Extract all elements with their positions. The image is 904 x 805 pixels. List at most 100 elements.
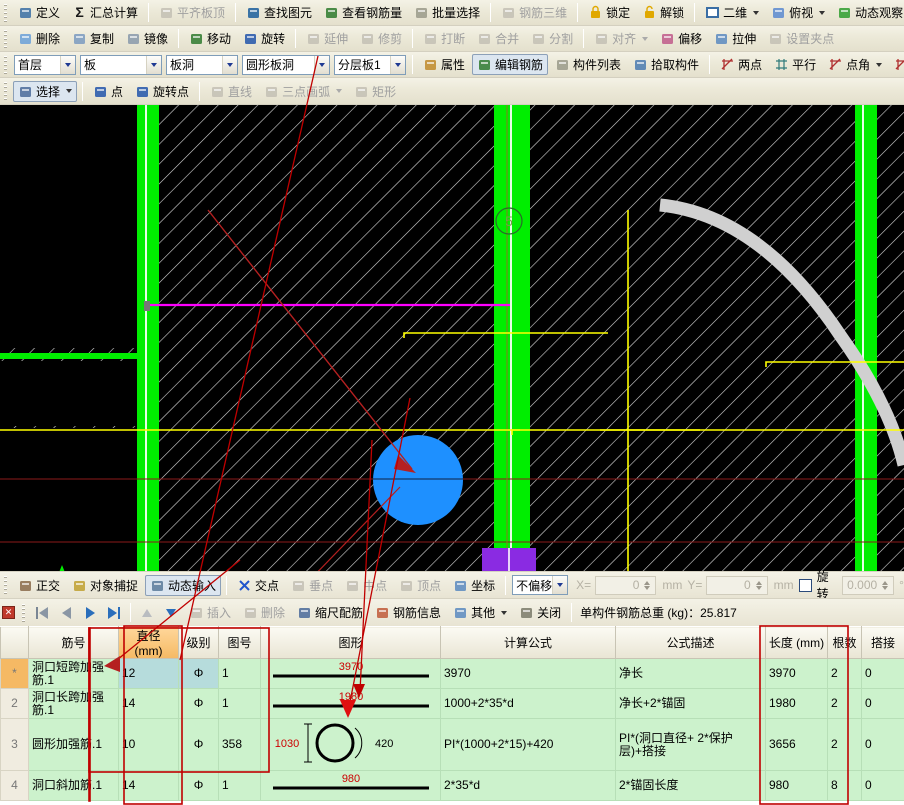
cell-count[interactable]: 2 bbox=[828, 659, 862, 689]
table-header-shape[interactable]: 图形 bbox=[261, 627, 441, 659]
last-record-button[interactable] bbox=[103, 603, 125, 623]
move-up-button[interactable] bbox=[136, 603, 158, 623]
cell-count[interactable]: 8 bbox=[828, 771, 862, 801]
move-down-button[interactable] bbox=[160, 603, 182, 623]
statusbar-grip[interactable] bbox=[3, 576, 10, 594]
cell-length[interactable]: 980 bbox=[766, 771, 828, 801]
cell-lap[interactable]: 0 bbox=[862, 771, 904, 801]
rotate-button[interactable]: 旋转 bbox=[238, 28, 290, 49]
next-record-button[interactable] bbox=[79, 603, 101, 623]
scale-rebar-button[interactable]: 缩尺配筋 bbox=[292, 602, 368, 623]
layer-select[interactable]: 分层板1 bbox=[334, 55, 406, 75]
close-icon[interactable]: ✕ bbox=[2, 606, 15, 619]
cell-diameter[interactable]: 12 bbox=[119, 659, 179, 689]
cell-desc[interactable]: 净长 bbox=[616, 659, 766, 689]
cad-canvas[interactable]: 5 A 5 bbox=[0, 105, 904, 571]
component-type-select[interactable]: 板 bbox=[80, 55, 162, 75]
y-offset-input[interactable]: 0 bbox=[706, 576, 767, 595]
cell-diameter[interactable]: 14 bbox=[119, 689, 179, 719]
cell-grade[interactable]: Φ bbox=[179, 659, 219, 689]
table-header-diameter[interactable]: 直径 (mm) bbox=[119, 627, 179, 659]
close-panel-button[interactable]: 关闭 bbox=[514, 602, 566, 623]
cell-shapeno[interactable]: 1 bbox=[219, 771, 261, 801]
cell-lap[interactable]: 0 bbox=[862, 719, 904, 771]
cell-lap[interactable]: 0 bbox=[862, 689, 904, 719]
x-spinner[interactable] bbox=[641, 576, 653, 594]
cell-length[interactable]: 3656 bbox=[766, 719, 828, 771]
prev-record-button[interactable] bbox=[55, 603, 77, 623]
chevron-down-icon[interactable] bbox=[66, 89, 72, 93]
table-header-count[interactable]: 根数 bbox=[828, 627, 862, 659]
properties-button[interactable]: 属性 bbox=[418, 54, 470, 75]
cell-count[interactable]: 2 bbox=[828, 689, 862, 719]
cell-grade[interactable]: Φ bbox=[179, 771, 219, 801]
cell-shape[interactable]: 1030420 bbox=[261, 719, 441, 771]
cell-shapeno[interactable]: 358 bbox=[219, 719, 261, 771]
edit-rebar-button[interactable]: 编辑钢筋 bbox=[472, 54, 548, 75]
y-spinner[interactable] bbox=[753, 576, 765, 594]
table-row[interactable]: 3圆形加强筋.110Φ3581030420PI*(1000+2*15)+420P… bbox=[1, 719, 904, 771]
chevron-down-icon[interactable] bbox=[222, 56, 237, 74]
top-view-button[interactable]: 俯视 bbox=[766, 2, 830, 23]
unlock-button[interactable]: 解锁 bbox=[637, 2, 689, 23]
toolbar-grip[interactable] bbox=[3, 82, 10, 100]
table-header-desc[interactable]: 公式描述 bbox=[616, 627, 766, 659]
table-header-rownum[interactable] bbox=[1, 627, 29, 659]
rebar-table-panel[interactable]: 筋号直径 (mm)级别图号图形计算公式公式描述长度 (mm)根数搭接 *洞口短跨… bbox=[0, 626, 904, 805]
two-point-button[interactable]: 两点 bbox=[715, 54, 767, 75]
row-number-cell[interactable]: 4 bbox=[1, 771, 29, 801]
point-angle-button[interactable]: 点角 bbox=[823, 54, 887, 75]
orbit-button[interactable]: 动态观察 bbox=[832, 2, 904, 23]
cell-shapeno[interactable]: 1 bbox=[219, 689, 261, 719]
three-point-axis-button[interactable]: 三点辅轴 bbox=[889, 54, 904, 75]
mirror-button[interactable]: 镜像 bbox=[121, 28, 173, 49]
pick-component-button[interactable]: 拾取构件 bbox=[628, 54, 704, 75]
object-snap-button[interactable]: 对象捕捉 bbox=[67, 575, 143, 596]
cell-diameter[interactable]: 14 bbox=[119, 771, 179, 801]
chevron-down-icon[interactable] bbox=[552, 576, 567, 594]
rebar-info-button[interactable]: 钢筋信息 bbox=[370, 602, 446, 623]
move-button[interactable]: 移动 bbox=[184, 28, 236, 49]
cell-name[interactable]: 洞口长跨加强筋.1 bbox=[29, 689, 119, 719]
toolbar-grip[interactable] bbox=[3, 56, 10, 74]
chevron-down-icon[interactable] bbox=[60, 56, 75, 74]
chevron-down-icon[interactable] bbox=[390, 56, 405, 74]
cell-formula[interactable]: 1000+2*35*d bbox=[441, 689, 616, 719]
cell-desc[interactable]: PI*(洞口直径+ 2*保护层)+搭接 bbox=[616, 719, 766, 771]
chevron-down-icon[interactable] bbox=[501, 611, 507, 615]
gridbar-grip[interactable] bbox=[21, 604, 28, 622]
toolbar-grip[interactable] bbox=[3, 4, 10, 22]
chevron-down-icon[interactable] bbox=[753, 11, 759, 15]
component-category-select[interactable]: 板洞 bbox=[166, 55, 238, 75]
table-row[interactable]: 2洞口长跨加强筋.114Φ119801000+2*35*d净长+2*锚固1980… bbox=[1, 689, 904, 719]
x-offset-input[interactable]: 0 bbox=[595, 576, 656, 595]
table-header-grade[interactable]: 级别 bbox=[179, 627, 219, 659]
stretch-button[interactable]: 拉伸 bbox=[709, 28, 761, 49]
batch-select-button[interactable]: 批量选择 bbox=[409, 2, 485, 23]
find-element-button[interactable]: 查找图元 bbox=[241, 2, 317, 23]
cell-grade[interactable]: Φ bbox=[179, 719, 219, 771]
table-header-lap[interactable]: 搭接 bbox=[862, 627, 904, 659]
cell-desc[interactable]: 2*锚固长度 bbox=[616, 771, 766, 801]
cad-drawing[interactable]: 5 A 5 bbox=[0, 105, 904, 571]
cell-formula[interactable]: 3970 bbox=[441, 659, 616, 689]
cell-diameter[interactable]: 10 bbox=[119, 719, 179, 771]
cursor-select-button[interactable]: 选择 bbox=[13, 81, 77, 102]
cell-length[interactable]: 3970 bbox=[766, 659, 828, 689]
cell-formula[interactable]: 2*35*d bbox=[441, 771, 616, 801]
view-rebar-qty-button[interactable]: 查看钢筋量 bbox=[319, 2, 407, 23]
cell-grade[interactable]: Φ bbox=[179, 689, 219, 719]
cell-shape[interactable]: 3970 bbox=[261, 659, 441, 689]
chevron-down-icon[interactable] bbox=[314, 56, 329, 74]
other-button[interactable]: 其他 bbox=[448, 602, 512, 623]
table-row[interactable]: *洞口短跨加强筋.112Φ139703970净长397020 bbox=[1, 659, 904, 689]
copy-button[interactable]: 复制 bbox=[67, 28, 119, 49]
row-number-cell[interactable]: * bbox=[1, 659, 29, 689]
point-button[interactable]: 点 bbox=[88, 81, 128, 102]
component-list-button[interactable]: 构件列表 bbox=[550, 54, 626, 75]
row-number-cell[interactable]: 3 bbox=[1, 719, 29, 771]
cell-name[interactable]: 洞口短跨加强筋.1 bbox=[29, 659, 119, 689]
cell-formula[interactable]: PI*(1000+2*15)+420 bbox=[441, 719, 616, 771]
table-header-formula[interactable]: 计算公式 bbox=[441, 627, 616, 659]
cell-desc[interactable]: 净长+2*锚固 bbox=[616, 689, 766, 719]
